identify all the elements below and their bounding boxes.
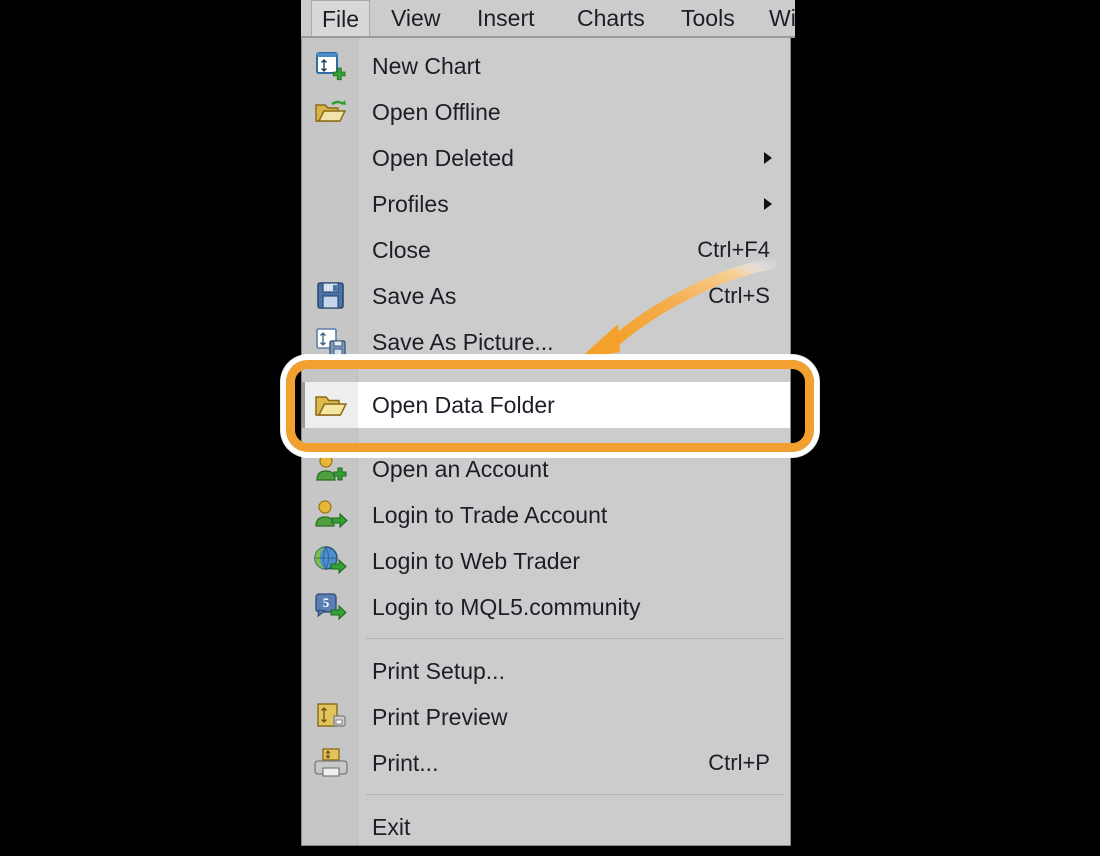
menu-item-open-deleted[interactable]: Open Deleted — [302, 135, 790, 181]
menu-item-exit[interactable]: Exit — [302, 804, 790, 845]
screenshot-root: File View Insert Charts Tools Win New Ch… — [0, 0, 1100, 856]
menu-item-save-as-picture[interactable]: Save As Picture... — [302, 319, 790, 365]
menubar-item-view[interactable]: View — [381, 0, 450, 36]
globe-login-icon — [314, 544, 348, 578]
chart-floppy-icon — [314, 325, 348, 359]
menu-item-close[interactable]: Close Ctrl+F4 — [302, 227, 790, 273]
menu-item-label: Login to MQL5.community — [372, 594, 641, 620]
svg-text:5: 5 — [323, 595, 330, 610]
menu-item-label: Save As Picture... — [372, 329, 554, 355]
menu-item-print-preview[interactable]: Print Preview — [302, 694, 790, 740]
menu-item-label: Print Setup... — [372, 658, 505, 684]
menu-item-login-mql5-community[interactable]: 5 Login to MQL5.community — [302, 584, 790, 630]
menu-separator — [366, 794, 784, 795]
menu-item-label: New Chart — [372, 53, 481, 79]
chevron-right-icon — [764, 198, 772, 210]
menu-item-label: Print Preview — [372, 704, 508, 730]
menubar-item-window[interactable]: Win — [759, 0, 795, 36]
menu-item-login-web-trader[interactable]: Login to Web Trader — [302, 538, 790, 584]
menu-item-open-an-account[interactable]: Open an Account — [302, 446, 790, 492]
menu-item-open-offline[interactable]: Open Offline — [302, 89, 790, 135]
menu-item-label: Open Data Folder — [372, 392, 555, 418]
menubar-item-file[interactable]: File — [311, 0, 371, 36]
print-preview-icon — [314, 700, 348, 734]
menu-item-shortcut: Ctrl+S — [708, 283, 770, 308]
menu-item-save-as[interactable]: Save As Ctrl+S — [302, 273, 790, 319]
user-add-icon — [314, 452, 348, 486]
menu-item-login-trade-account[interactable]: Login to Trade Account — [302, 492, 790, 538]
menubar-item-charts[interactable]: Charts — [567, 0, 655, 36]
new-chart-icon — [314, 49, 348, 83]
printer-icon — [314, 746, 348, 780]
menu-item-label: Exit — [372, 814, 411, 840]
menu-item-label: Login to Trade Account — [372, 502, 608, 528]
menu-item-label: Save As — [372, 283, 457, 309]
menu-separator — [366, 638, 784, 639]
user-login-icon — [314, 498, 348, 532]
menu-item-list: New Chart Open Offline Open Deleted Prof… — [302, 38, 790, 845]
menu-item-label: Open an Account — [372, 456, 549, 482]
menu-item-shortcut: Ctrl+P — [708, 750, 770, 775]
menu-item-profiles[interactable]: Profiles — [302, 181, 790, 227]
menu-item-label: Open Deleted — [372, 145, 514, 171]
floppy-disk-icon — [314, 279, 348, 313]
menu-item-shortcut: Ctrl+F4 — [697, 237, 770, 262]
menu-item-new-chart[interactable]: New Chart — [302, 43, 790, 89]
menu-item-label: Profiles — [372, 191, 449, 217]
mql5-login-icon: 5 — [314, 590, 348, 624]
file-menu-dropdown: New Chart Open Offline Open Deleted Prof… — [301, 38, 791, 846]
menu-bar: File View Insert Charts Tools Win — [301, 0, 795, 38]
open-folder-arrow-icon — [314, 95, 348, 129]
menu-item-label: Login to Web Trader — [372, 548, 580, 574]
menu-item-print-setup[interactable]: Print Setup... — [302, 648, 790, 694]
menu-item-print[interactable]: Print... Ctrl+P — [302, 740, 790, 786]
menu-item-label: Print... — [372, 750, 439, 776]
menu-item-open-data-folder[interactable]: Open Data Folder — [302, 382, 790, 428]
open-folder-icon — [314, 388, 348, 422]
menu-item-label: Close — [372, 237, 431, 263]
menu-item-label: Open Offline — [372, 99, 501, 125]
chevron-right-icon — [764, 152, 772, 164]
menubar-item-insert[interactable]: Insert — [467, 0, 545, 36]
menubar-item-tools[interactable]: Tools — [671, 0, 745, 36]
